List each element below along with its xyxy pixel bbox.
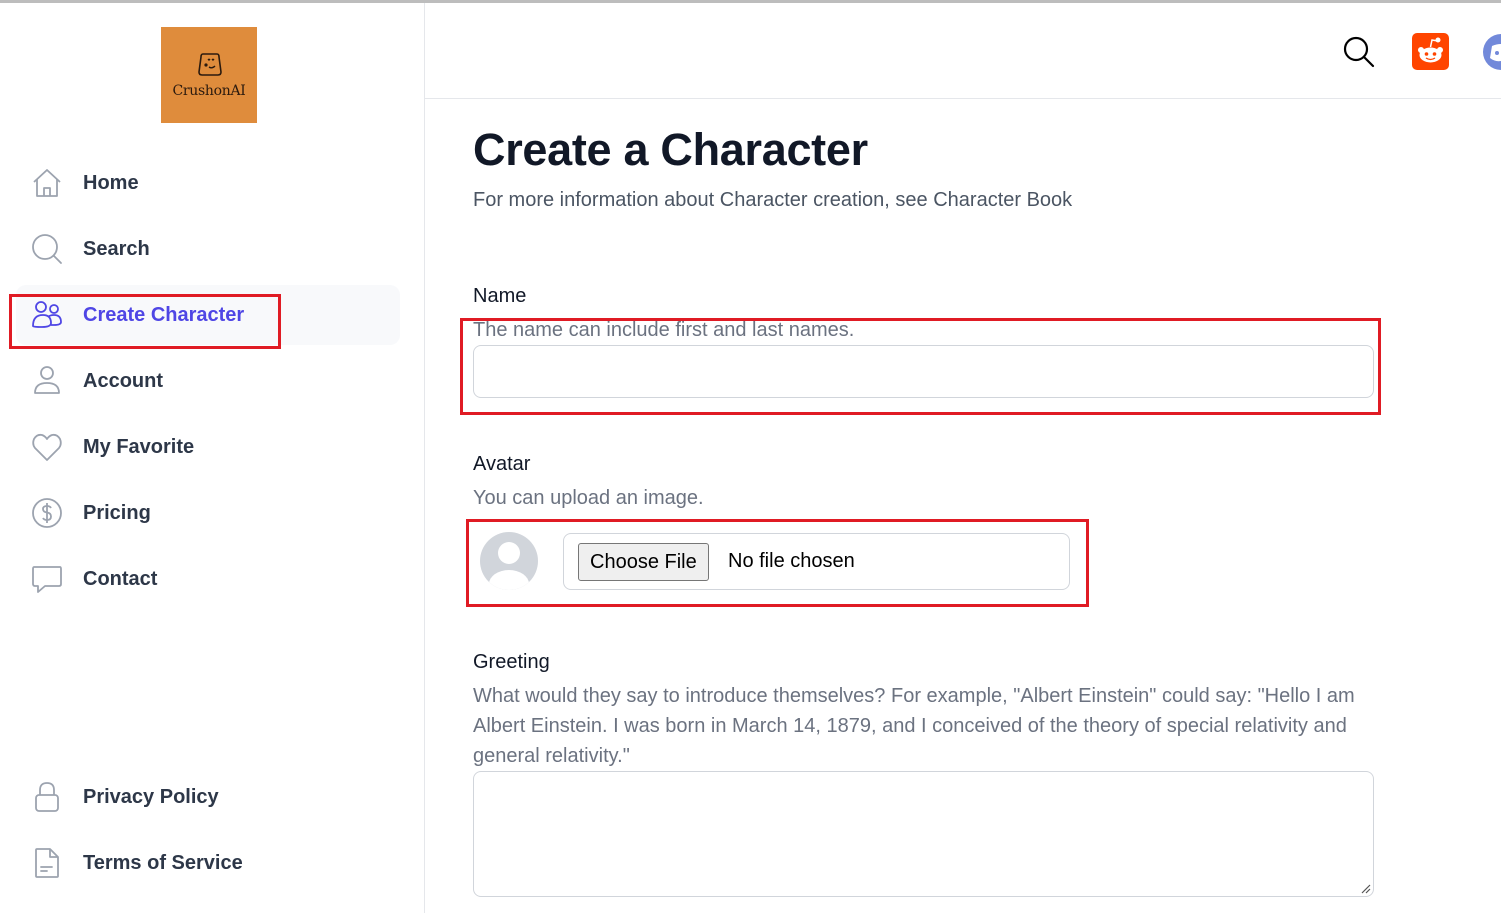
- sidebar-item-label: Privacy Policy: [83, 785, 219, 808]
- file-status: No file chosen: [728, 550, 855, 572]
- users-icon: [30, 298, 64, 332]
- greeting-help: What would they say to introduce themsel…: [473, 685, 1355, 767]
- reddit-icon[interactable]: [1412, 33, 1449, 70]
- search-icon: [30, 232, 64, 266]
- sidebar-item-terms-of-service[interactable]: Terms of Service: [30, 843, 243, 883]
- choose-file-button[interactable]: Choose File: [578, 543, 709, 581]
- sidebar-item-account[interactable]: Account: [30, 361, 163, 401]
- sidebar-item-label: Search: [83, 237, 150, 260]
- sidebar-item-search[interactable]: Search: [30, 229, 150, 269]
- brand-logo[interactable]: CrushonAI: [161, 27, 257, 123]
- avatar-label: Avatar: [473, 453, 531, 475]
- sidebar-item-my-favorite[interactable]: My Favorite: [30, 427, 194, 467]
- name-label: Name: [473, 285, 527, 307]
- sidebar-item-label: Home: [83, 171, 139, 194]
- document-icon: [30, 846, 64, 880]
- heart-icon: [30, 430, 64, 464]
- avatar-help: You can upload an image.: [473, 487, 704, 509]
- name-input[interactable]: [473, 345, 1374, 398]
- sidebar-item-label: Contact: [83, 567, 158, 590]
- greeting-textarea[interactable]: [473, 771, 1374, 897]
- resize-handle-icon[interactable]: [1361, 884, 1371, 894]
- name-help: The name can include first and last name…: [473, 319, 855, 341]
- avatar-file-input[interactable]: Choose File No file chosen: [563, 533, 1070, 590]
- sidebar-item-label: Terms of Service: [83, 851, 243, 874]
- top-header: [425, 3, 1501, 99]
- search-icon[interactable]: [1342, 35, 1376, 69]
- lock-icon: [30, 780, 64, 814]
- sidebar-item-label: Pricing: [83, 501, 151, 524]
- mascot-icon: [198, 53, 222, 76]
- user-icon: [30, 364, 64, 398]
- sidebar-item-label: Account: [83, 369, 163, 392]
- discord-icon[interactable]: [1483, 34, 1501, 70]
- dollar-circle-icon: [30, 496, 64, 530]
- brand-name: CrushonAI: [172, 83, 246, 99]
- sidebar-item-home[interactable]: Home: [30, 163, 139, 203]
- sidebar-item-label: Create Character: [83, 303, 245, 326]
- home-icon: [30, 166, 64, 200]
- greeting-label: Greeting: [473, 651, 550, 673]
- page-subtitle: For more information about Character cre…: [473, 189, 1073, 211]
- sidebar-item-create-character[interactable]: Create Character: [30, 295, 244, 335]
- avatar-placeholder-icon: [480, 532, 538, 590]
- sidebar-item-privacy-policy[interactable]: Privacy Policy: [30, 777, 219, 817]
- sidebar: CrushonAI Home Search Create Character A…: [0, 3, 425, 913]
- page-title: Create a Character: [473, 124, 868, 175]
- sidebar-item-contact[interactable]: Contact: [30, 559, 157, 599]
- chat-bubble-icon: [30, 562, 64, 596]
- sidebar-item-pricing[interactable]: Pricing: [30, 493, 151, 533]
- sidebar-item-label: My Favorite: [83, 435, 195, 458]
